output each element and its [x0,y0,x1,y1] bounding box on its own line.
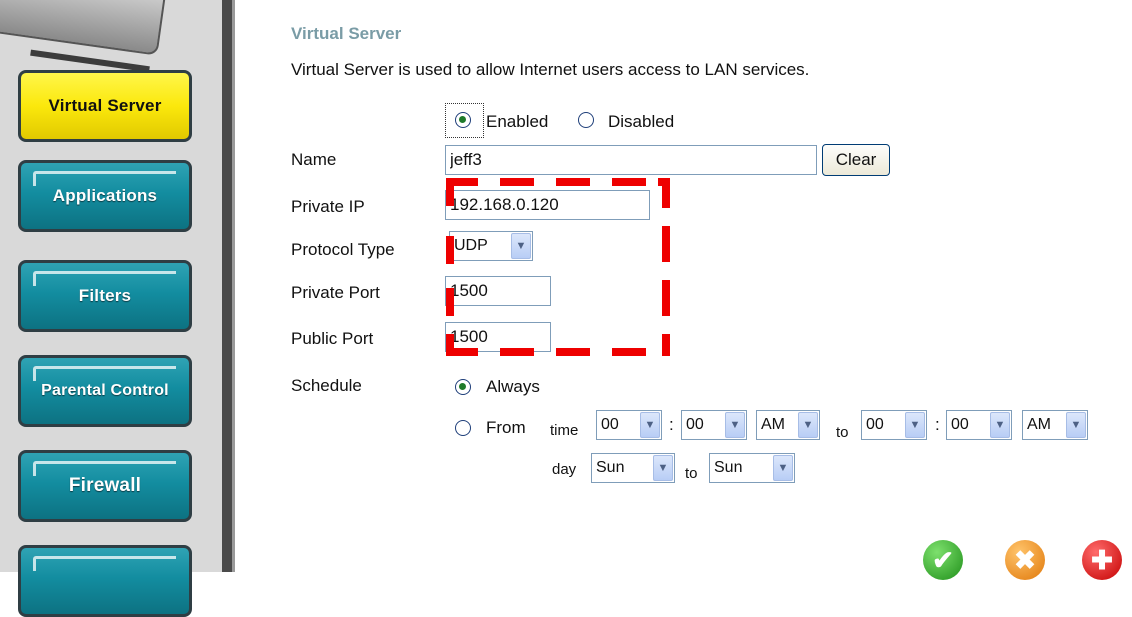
help-icon[interactable]: ✚ [1082,540,1122,580]
nav-parental-control[interactable]: Parental Control [18,355,192,427]
chevron-down-icon: ▼ [798,412,818,438]
chevron-down-icon: ▼ [1066,412,1086,438]
checkmark-icon[interactable]: ✔ [923,540,963,580]
private-port-input[interactable] [445,276,551,306]
start-day-select[interactable]: Sun ▼ [591,453,675,483]
chevron-down-icon: ▼ [990,412,1010,438]
nav-virtual-server-label: Virtual Server [48,96,162,115]
router-image [0,0,169,56]
nav-applications[interactable]: Applications [18,160,192,232]
nav-highlight [33,366,176,381]
start-minute-value: 00 [686,416,704,433]
private-ip-input[interactable] [445,190,650,220]
name-input[interactable] [445,145,817,175]
time-colon: : [669,415,674,434]
sidebar: Virtual Server Applications Filters Pare… [0,0,233,617]
end-hour-value: 00 [866,416,884,433]
end-hour-select[interactable]: 00 ▼ [861,410,927,440]
nav-firewall[interactable]: Firewall [18,450,192,522]
nav-next-item[interactable] [18,545,192,617]
chevron-down-icon: ▼ [905,412,925,438]
chevron-down-icon: ▼ [640,412,660,438]
nav-filters[interactable]: Filters [18,260,192,332]
private-port-label: Private Port [291,283,380,302]
enabled-radio[interactable] [455,112,471,128]
nav-parental-control-label: Parental Control [41,382,169,399]
nav-highlight [33,556,176,571]
page-description: Virtual Server is used to allow Internet… [291,60,810,79]
always-label: Always [486,377,540,396]
sidebar-border [222,0,232,572]
start-day-value: Sun [596,459,625,476]
chevron-down-icon: ▼ [511,233,531,259]
nav-applications-label: Applications [52,186,158,205]
start-ampm-select[interactable]: AM ▼ [756,410,820,440]
nav-virtual-server[interactable]: Virtual Server [18,70,192,142]
to-label: to [836,424,849,441]
nav-highlight [33,171,176,186]
private-ip-label: Private IP [291,197,365,216]
clear-button[interactable]: Clear [822,144,890,176]
disabled-label: Disabled [608,112,675,131]
start-hour-value: 00 [601,416,619,433]
chevron-down-icon: ▼ [725,412,745,438]
to-label: to [685,465,698,482]
chevron-down-icon: ▼ [653,455,673,481]
public-port-label: Public Port [291,329,374,348]
day-label: day [552,461,577,478]
nav-highlight [33,461,176,476]
end-day-select[interactable]: Sun ▼ [709,453,795,483]
start-ampm-value: AM [761,416,785,433]
nav-highlight [33,271,176,286]
time-colon: : [935,415,940,434]
page-title: Virtual Server [291,24,402,43]
chevron-down-icon: ▼ [773,455,793,481]
from-radio[interactable] [455,420,471,436]
time-label: time [550,422,579,439]
nav-filters-label: Filters [78,286,132,305]
end-ampm-select[interactable]: AM ▼ [1022,410,1088,440]
protocol-select[interactable]: UDP ▼ [449,231,533,261]
protocol-value: UDP [454,237,488,254]
radio-selected-dot [459,383,466,390]
cancel-icon[interactable]: ✖ [1005,540,1045,580]
from-label: From [486,418,526,437]
end-day-value: Sun [714,459,743,476]
nav-firewall-label: Firewall [68,475,142,496]
sidebar-border-light [232,0,235,572]
end-minute-value: 00 [951,416,969,433]
router-image-detail [30,49,150,73]
always-radio[interactable] [455,379,471,395]
enabled-label: Enabled [486,112,549,131]
protocol-type-label: Protocol Type [291,240,395,259]
start-hour-select[interactable]: 00 ▼ [596,410,662,440]
radio-selected-dot [459,116,466,123]
disabled-radio[interactable] [578,112,594,128]
schedule-label: Schedule [291,376,362,395]
end-minute-select[interactable]: 00 ▼ [946,410,1012,440]
name-label: Name [291,150,337,169]
start-minute-select[interactable]: 00 ▼ [681,410,747,440]
end-ampm-value: AM [1027,416,1051,433]
